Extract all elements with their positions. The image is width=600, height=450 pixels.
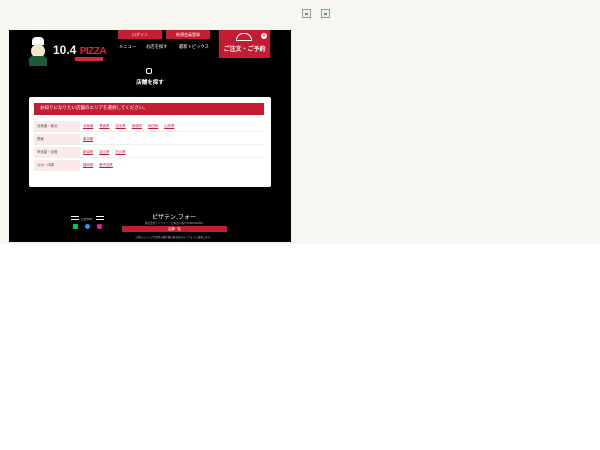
register-button[interactable]: 新規会員登録 bbox=[166, 30, 210, 39]
prefecture-link[interactable]: 宮城県 bbox=[132, 124, 142, 128]
prefecture-link[interactable]: 青森県 bbox=[99, 124, 109, 128]
broken-image-icon bbox=[321, 9, 330, 18]
prefecture-link[interactable]: 東京都 bbox=[83, 137, 93, 141]
prefecture-link[interactable]: 富山県 bbox=[99, 150, 109, 154]
prefecture-link[interactable]: 北海道 bbox=[83, 124, 93, 128]
prefecture-link[interactable]: 新潟県 bbox=[83, 150, 93, 154]
prefecture-link[interactable]: 福岡県 bbox=[83, 163, 93, 167]
footer-site-name: ピザテン.フォー bbox=[152, 214, 196, 221]
area-row: 北海道・東北 北海道 青森県 岩手県 宮城県 秋田県 山形県 bbox=[34, 121, 264, 132]
area-label: 関東 bbox=[34, 134, 80, 145]
area-label: 北海道・東北 bbox=[34, 121, 80, 132]
page-title: 店舗を探す bbox=[136, 80, 164, 86]
panel-heading: お知りになりたい店舗のエリアを選択してください。 bbox=[34, 103, 264, 115]
store-icon bbox=[146, 68, 152, 74]
prefecture-link[interactable]: 石川県 bbox=[116, 150, 126, 154]
nav-menu[interactable]: メニュー bbox=[119, 44, 136, 50]
close-icon[interactable]: × bbox=[261, 33, 267, 39]
site-frame: 10.4 PIZZA ログイン 新規会員登録 メニュー お店を探す 最新トピック… bbox=[9, 30, 291, 242]
pizza-icon bbox=[236, 33, 252, 41]
area-row: 甲信越・北陸 新潟県 富山県 石川県 bbox=[34, 147, 264, 158]
nav-topics[interactable]: 最新トピックス bbox=[179, 44, 209, 50]
copyright-text: 企業のイメージ写真等の著作権は株式会社テンフォーに帰属します。 bbox=[135, 236, 213, 239]
area-label: 甲信越・北陸 bbox=[34, 147, 80, 158]
prefecture-link[interactable]: 岩手県 bbox=[116, 124, 126, 128]
area-panel: お知りになりたい店舗のエリアを選択してください。 北海道・東北 北海道 青森県 … bbox=[29, 97, 271, 187]
order-label: ご注文・ご予約 bbox=[223, 46, 266, 53]
nav-find-store[interactable]: お店を探す bbox=[146, 44, 167, 50]
prefecture-link[interactable]: 山形県 bbox=[164, 124, 174, 128]
login-button[interactable]: ログイン bbox=[118, 30, 162, 39]
site-logo[interactable]: 10.4 PIZZA bbox=[27, 36, 117, 66]
prefecture-link[interactable]: 秋田県 bbox=[148, 124, 158, 128]
broken-image-icon bbox=[302, 9, 311, 18]
area-row: 九州・沖縄 福岡県 鹿児島県 bbox=[34, 160, 264, 171]
area-row: 関東 東京都 bbox=[34, 134, 264, 145]
area-label: 九州・沖縄 bbox=[34, 160, 80, 171]
footer-company: 株式会社テンフォー・日本法人番号0000000000 bbox=[145, 222, 203, 225]
mascot-icon bbox=[27, 36, 49, 66]
brand-wordmark: 10.4 PIZZA bbox=[53, 43, 107, 57]
prefecture-link[interactable]: 鹿児島県 bbox=[99, 163, 113, 167]
brand-ribbon bbox=[75, 57, 103, 61]
store-list-button[interactable]: 店舗一覧 bbox=[122, 226, 227, 232]
